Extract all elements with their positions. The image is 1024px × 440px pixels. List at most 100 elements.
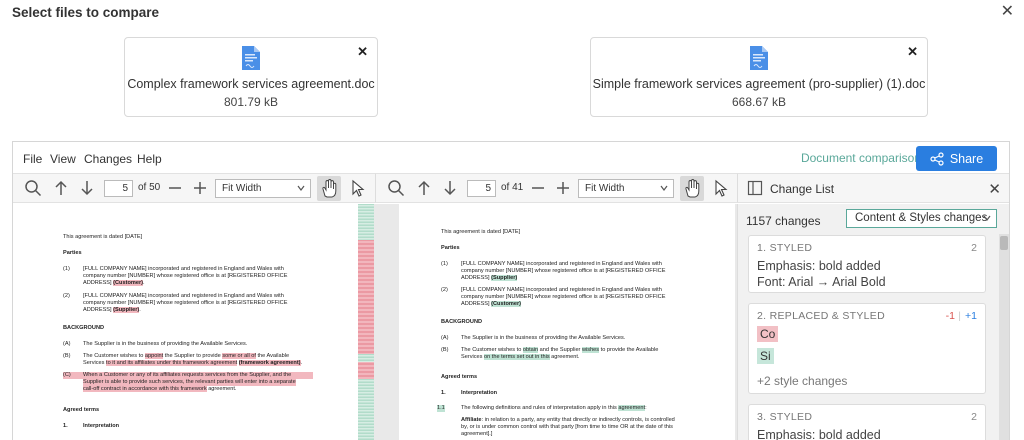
scrollbar[interactable] xyxy=(999,234,1009,440)
file-name-1: Complex framework services agreement.doc xyxy=(127,77,375,91)
doc-text: The Supplier is in the business of provi… xyxy=(83,341,248,347)
change-detail: Font: Arial → Arial Bold xyxy=(757,275,886,289)
doc-text: company number [NUMBER] whose registered… xyxy=(461,268,666,274)
doc-text: The Customer wishes to obtain and the Su… xyxy=(461,347,658,354)
chevron-down-icon xyxy=(983,215,991,221)
deleted-text: (Supplier) xyxy=(113,307,140,313)
overview-insert-marker xyxy=(358,354,374,362)
menu-changes[interactable]: Changes xyxy=(84,152,132,166)
hand-tool-button[interactable] xyxy=(680,176,704,201)
menu-view[interactable]: View xyxy=(50,152,76,166)
arrow-up-icon[interactable] xyxy=(52,179,70,197)
doc-span: agreement. xyxy=(549,354,580,360)
doc-span: The following definitions and rules of i… xyxy=(461,405,619,411)
chevron-down-icon xyxy=(660,185,668,191)
change-filter-value: Content & Styles changes xyxy=(855,212,988,224)
search-icon[interactable] xyxy=(24,179,42,197)
close-change-list-icon[interactable]: ✕ xyxy=(988,180,1001,198)
right-document-pane[interactable]: This agreement is dated [DATE] Parties (… xyxy=(397,204,737,440)
doc-num: (2) xyxy=(441,287,448,293)
change-detail: Emphasis: bold added xyxy=(757,259,881,273)
inserted-text: on the terms set out in this xyxy=(484,354,550,360)
change-count: 1157 changes xyxy=(746,214,821,228)
menu-file[interactable]: File xyxy=(23,152,42,166)
zoom-in-icon[interactable] xyxy=(191,179,209,197)
change-card-2[interactable]: 2. REPLACED & STYLED -1 | +1 Co Si +2 st… xyxy=(748,303,986,394)
doc-text: call-off contract in accordance with thi… xyxy=(83,386,237,393)
inserted-text: obtain xyxy=(522,347,539,353)
doc-text: When a Customer or any of its affiliates… xyxy=(83,372,292,378)
doc-text: by, or is under common control with that… xyxy=(461,424,673,430)
doc-text: [FULL COMPANY NAME] incorporated and reg… xyxy=(461,287,662,293)
pointer-icon[interactable] xyxy=(349,179,367,197)
zoom-in-icon[interactable] xyxy=(554,179,572,197)
doc-text: ADDRESS] (Supplier) xyxy=(461,275,518,282)
zoom-select[interactable]: Fit Width xyxy=(215,179,311,198)
zoom-out-icon[interactable] xyxy=(166,179,184,197)
file-size-1: 801.79 kB xyxy=(223,95,279,109)
doc-heading: BACKGROUND xyxy=(63,325,105,331)
zoom-select[interactable]: Fit Width xyxy=(578,179,674,198)
change-card-1[interactable]: 1. STYLED 2 Emphasis: bold added Font: A… xyxy=(748,235,986,293)
page-number-input[interactable]: 5 xyxy=(104,180,133,197)
doc-num: (2) xyxy=(63,293,70,299)
change-card-3[interactable]: 3. STYLED 2 Emphasis: bold added xyxy=(748,404,986,440)
doc-span: the Available xyxy=(255,353,290,359)
doc-heading: Parties xyxy=(441,245,460,251)
inserted-text: wishes xyxy=(581,347,600,353)
file-card-2[interactable]: ✕ Simple framework services agreement (p… xyxy=(590,37,928,117)
zoom-out-icon[interactable] xyxy=(529,179,547,197)
dialog-title: Select files to compare xyxy=(12,5,160,20)
inserted-text: agreement xyxy=(618,405,646,411)
remove-file-1-icon[interactable]: ✕ xyxy=(357,44,368,60)
doc-text: company number [NUMBER] whose registered… xyxy=(461,294,666,300)
doc-span: . xyxy=(139,307,141,313)
file-card-1[interactable]: ✕ Complex framework services agreement.d… xyxy=(124,37,378,117)
doc-text: This agreement is dated [DATE] xyxy=(441,229,521,235)
deleted-text: Supplier is able to provide such service… xyxy=(83,379,296,386)
doc-span: . xyxy=(143,280,145,286)
hand-icon xyxy=(322,178,337,198)
doc-num: (A) xyxy=(441,335,449,341)
share-button[interactable]: Share xyxy=(916,146,997,171)
insertion-count: +1 xyxy=(965,310,977,322)
pointer-icon[interactable] xyxy=(712,179,730,197)
change-list-icon xyxy=(747,180,763,196)
change-overview-bar[interactable] xyxy=(358,204,374,440)
doc-span: to provide the Available xyxy=(599,347,659,353)
document-comparison-label: Document comparison xyxy=(800,151,921,165)
arrow-up-icon[interactable] xyxy=(415,179,433,197)
page-count: of 50 xyxy=(138,182,161,193)
search-icon[interactable] xyxy=(387,179,405,197)
count-separator: | xyxy=(958,310,961,322)
share-icon xyxy=(930,151,944,166)
doc-span: Services xyxy=(83,360,107,366)
doc-heading: Interpretation xyxy=(461,390,498,396)
doc-text: [FULL COMPANY NAME] incorporated and reg… xyxy=(83,266,284,272)
menu-help[interactable]: Help xyxy=(137,152,162,166)
doc-span: . xyxy=(300,360,303,366)
deletion-count: -1 xyxy=(945,310,955,322)
inserted-text: (Customer) xyxy=(491,301,521,307)
deleted-text: Co xyxy=(757,326,779,342)
left-document-pane[interactable]: This agreement is dated [DATE] Parties (… xyxy=(13,204,358,440)
doc-heading: BACKGROUND xyxy=(441,319,483,325)
doc-heading: Parties xyxy=(63,250,82,256)
page-number-input[interactable]: 5 xyxy=(467,180,496,197)
remove-file-2-icon[interactable]: ✕ xyxy=(907,44,918,60)
dialog-close-icon[interactable]: ✕ xyxy=(1001,1,1014,21)
scrollbar-thumb[interactable] xyxy=(1000,236,1008,250)
arrow-down-icon[interactable] xyxy=(441,179,459,197)
doc-text: The Supplier is in the business of provi… xyxy=(461,335,626,341)
doc-num: (B) xyxy=(63,353,71,359)
doc-text: The following definitions and rules of i… xyxy=(461,405,647,412)
doc-text: [FULL COMPANY NAME] incorporated and reg… xyxy=(83,293,284,299)
deleted-text: call-off contract in accordance with thi… xyxy=(83,386,181,392)
change-filter-select[interactable]: Content & Styles changes xyxy=(846,209,997,228)
hand-icon xyxy=(685,178,700,198)
change-detail: Emphasis: bold added xyxy=(757,428,881,440)
file-size-2: 668.67 kB xyxy=(731,95,787,109)
doc-text: ADDRESS] (Customer). xyxy=(83,280,145,287)
hand-tool-button[interactable] xyxy=(317,176,341,201)
arrow-down-icon[interactable] xyxy=(78,179,96,197)
